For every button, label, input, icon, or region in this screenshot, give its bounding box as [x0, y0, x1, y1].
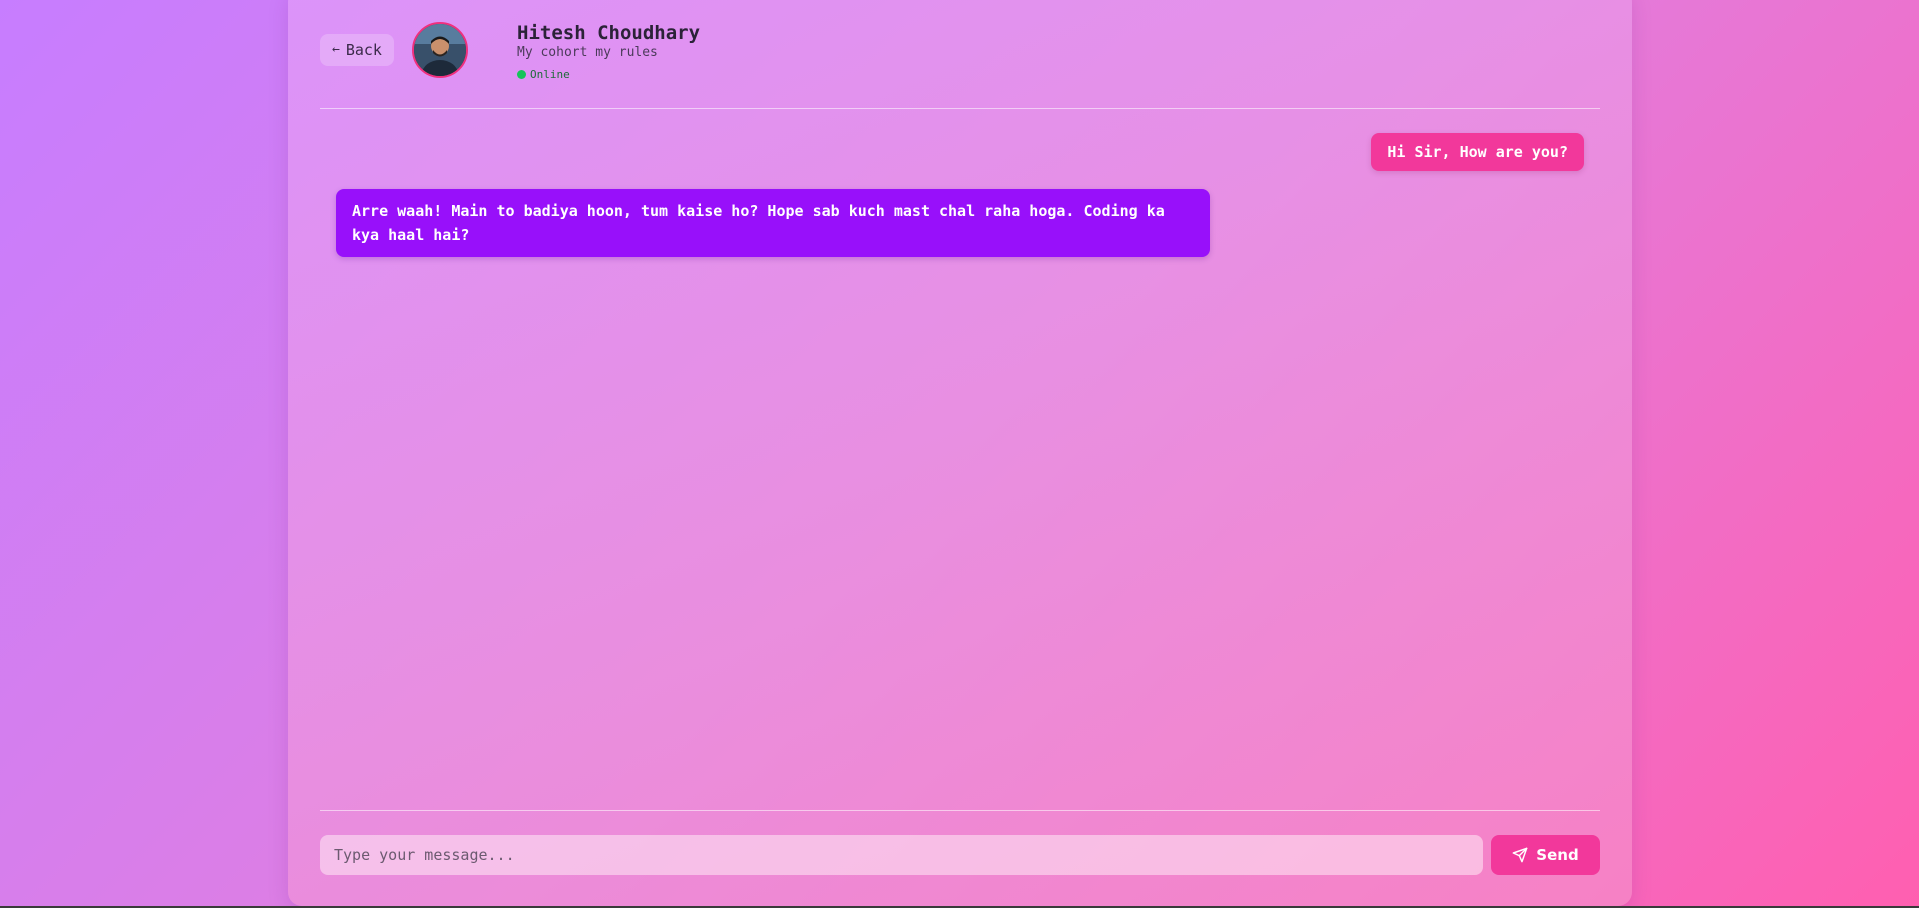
composer-divider [320, 810, 1600, 811]
bot-message: Arre waah! Main to badiya hoon, tum kais… [336, 189, 1210, 257]
message-list: Hi Sir, How are you? Arre waah! Main to … [320, 122, 1600, 810]
profile-name: Hitesh Choudhary [517, 22, 701, 44]
chat-card: ← Back Hitesh Choudhary My cohort my rul… [288, 0, 1632, 906]
profile-tagline: My cohort my rules [517, 45, 658, 60]
send-button[interactable]: Send [1491, 835, 1600, 875]
message-input[interactable] [320, 835, 1483, 875]
avatar [412, 22, 468, 78]
back-button[interactable]: ← Back [320, 34, 394, 66]
status-dot-icon [517, 70, 526, 79]
user-message: Hi Sir, How are you? [1371, 133, 1584, 171]
avatar-image [414, 24, 466, 76]
send-button-label: Send [1536, 846, 1579, 864]
status-label: Online [530, 68, 570, 81]
send-icon [1512, 847, 1528, 863]
online-status: Online [517, 68, 570, 81]
chat-header: ← Back Hitesh Choudhary My cohort my rul… [320, 22, 1600, 109]
arrow-left-icon: ← [332, 42, 340, 57]
back-button-label: Back [345, 41, 382, 59]
